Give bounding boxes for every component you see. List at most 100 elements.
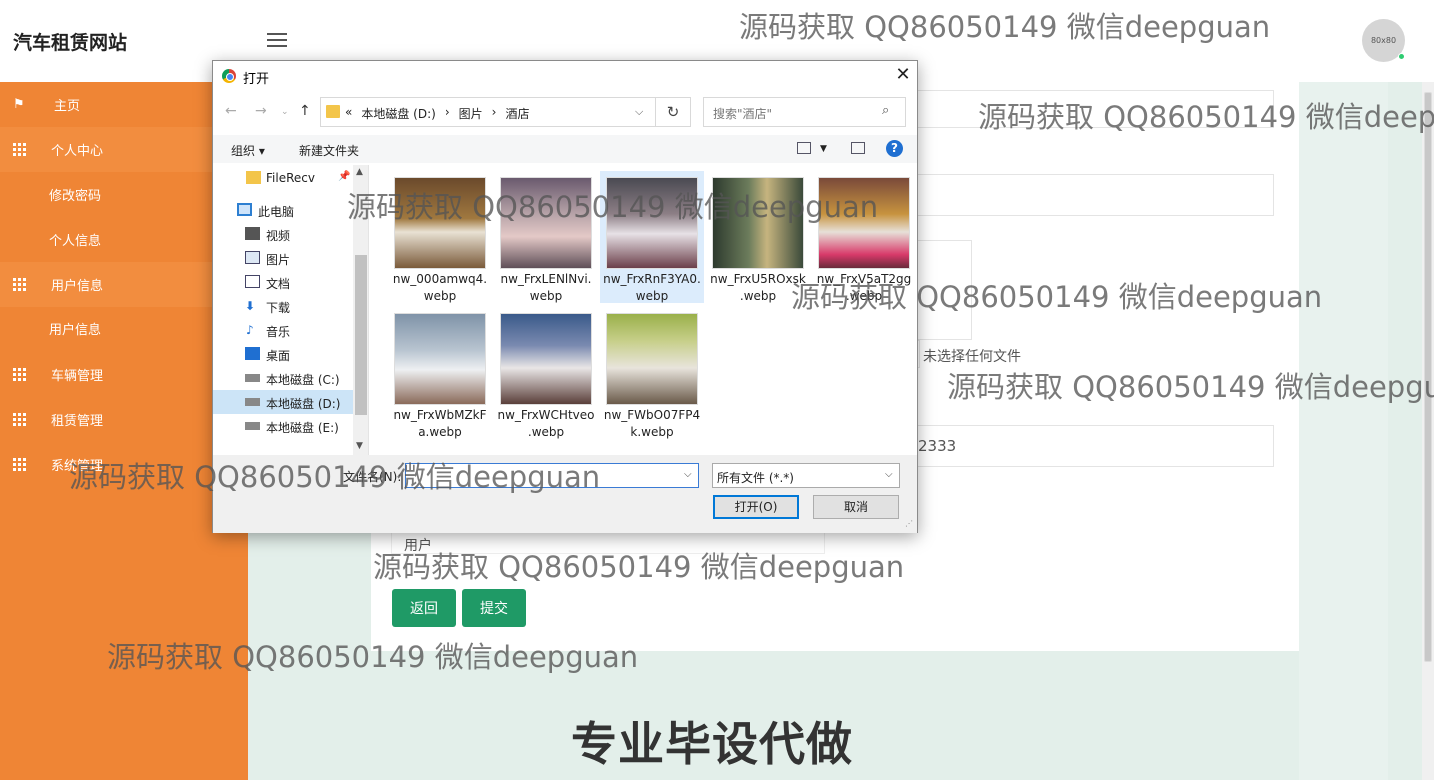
chevron-down-icon[interactable]: ▼ [820,144,827,154]
breadcrumb-item[interactable]: 本地磁盘 (D:) [361,105,435,122]
tree-item-label: 本地磁盘 (D:) [266,397,341,411]
scrollbar-thumb[interactable] [355,255,367,415]
page-scrollbar[interactable] [1422,82,1434,780]
tree-item[interactable]: FileRecv 📌 [213,166,353,190]
close-icon[interactable]: ✕ [893,65,913,85]
tree-item[interactable]: 视频 [213,222,353,246]
filename-label: 文件名(N): [343,470,402,484]
file-item[interactable]: nw_FrxU5ROxsk .webp [706,171,810,303]
content-gutter [1299,82,1388,780]
sidebar-item-user-info-group[interactable]: 用户信息 [0,262,248,307]
menu-toggle-icon[interactable] [267,33,287,47]
file-name-line: nw_FrxV5aT2gg [816,272,912,286]
file-name: nw_000amwq4. webp [388,271,492,305]
sidebar-item-personal-center[interactable]: 个人中心 [0,127,248,172]
filetype-select[interactable]: 所有文件 (*.*) ⌵ [712,463,900,488]
navigation-tree: FileRecv 📌 此电脑 视频 图片 文档 ⬇ 下载 ♪ 音乐 桌面 本地磁… [213,165,369,455]
file-name-line: nw_FWbO07FP4 [603,408,701,422]
scroll-up-icon[interactable]: ▲ [356,167,363,177]
breadcrumb-item[interactable]: 酒店 [505,105,529,122]
sidebar-item-system-management[interactable]: 系统管理 [0,442,248,487]
file-item[interactable]: nw_FrxV5aT2gg .webp [812,171,916,303]
image-thumbnail [606,313,698,405]
view-options-icon[interactable] [797,142,811,154]
file-name: nw_FrxRnF3YA0. webp [600,271,704,305]
form-field[interactable] [900,174,1274,216]
file-name-line: webp [423,289,457,303]
sidebar-item-user-info[interactable]: 用户信息 [0,306,248,351]
file-name-line: a.webp [418,425,462,439]
sidebar-item-rental-management[interactable]: 租赁管理 [0,397,248,442]
tree-item-label: 本地磁盘 (E:) [266,421,339,435]
new-folder-button[interactable]: 新建文件夹 [299,142,359,159]
address-bar[interactable]: « 本地磁盘 (D:) › 图片 › 酒店 ⌵ [320,97,656,127]
sidebar-item-vehicle-management[interactable]: 车辆管理 [0,352,248,397]
file-item[interactable]: nw_FrxWCHtveo .webp [494,307,598,439]
cancel-button[interactable]: 取消 [813,495,899,519]
file-name-line: .webp [739,289,777,303]
open-button[interactable]: 打开(O) [713,495,799,519]
scrollbar-thumb[interactable] [1424,92,1432,662]
chevron-down-icon: ⌵ [885,469,893,480]
document-icon [245,275,260,288]
file-item[interactable]: nw_FWbO07FP4 k.webp [600,307,704,439]
dialog-nav-row: ← → ⌄ ↑ « 本地磁盘 (D:) › 图片 › 酒店 ⌵ ↻ 搜索"酒店"… [213,97,917,127]
tree-item-label: 本地磁盘 (C:) [266,373,340,387]
tree-item[interactable]: 桌面 [213,342,353,366]
sidebar-item-change-password[interactable]: 修改密码 [0,172,248,217]
file-name: nw_FrxU5ROxsk .webp [706,271,810,305]
back-arrow-icon[interactable]: ← [225,103,237,119]
forward-arrow-icon[interactable]: → [255,103,267,119]
chevron-down-icon[interactable]: ⌵ [635,105,643,119]
tree-item[interactable]: 图片 [213,246,353,270]
tree-item[interactable]: 本地磁盘 (C:) [213,366,353,390]
search-box[interactable]: 搜索"酒店" ⌕ [703,97,906,127]
tree-item[interactable]: ♪ 音乐 [213,318,353,342]
file-item-selected[interactable]: nw_FrxRnF3YA0. webp [600,171,704,303]
recent-chevron-icon[interactable]: ⌄ [281,107,289,117]
submit-button[interactable]: 提交 [462,589,526,627]
tree-item[interactable]: 本地磁盘 (D:) [213,390,353,414]
dialog-titlebar[interactable]: 打开 ✕ [213,61,917,91]
breadcrumb-overflow[interactable]: « [345,105,352,122]
tree-scrollbar[interactable]: ▲ ▼ [353,165,368,455]
scroll-down-icon[interactable]: ▼ [356,441,363,451]
organize-label: 组织 [231,144,256,158]
sidebar-item-personal-info[interactable]: 个人信息 [0,217,248,262]
file-hint: 未选择任何文件 [923,349,1021,365]
filetype-value: 所有文件 (*.*) [717,471,794,485]
sidebar-item-home[interactable]: ⚑ 主页 [0,82,248,127]
file-item[interactable]: nw_FrxWbMZkF a.webp [388,307,492,439]
organize-button[interactable]: 组织 ▾ [231,142,265,159]
breadcrumb-item[interactable]: 图片 [459,105,483,122]
grid-icon [13,277,27,292]
chevron-down-icon[interactable]: ⌵ [684,469,692,480]
tree-item[interactable]: ⬇ 下载 [213,294,353,318]
tree-item[interactable]: 本地磁盘 (E:) [213,414,353,438]
chevron-right-icon: › [491,105,497,119]
search-icon: ⌕ [882,103,890,118]
back-button[interactable]: 返回 [392,589,456,627]
file-item[interactable]: nw_FrxLENlNvi. webp [494,171,598,303]
tree-item[interactable]: 文档 [213,270,353,294]
form-field[interactable] [900,90,1274,128]
resize-grip-icon[interactable]: ⋰ [905,519,913,528]
help-icon[interactable]: ? [886,140,903,157]
folder-icon [326,105,340,118]
online-status-dot [1398,53,1405,60]
sidebar-item-label: 修改密码 [49,189,102,204]
filename-input[interactable]: ⌵ [405,463,699,488]
tree-item[interactable]: 此电脑 [213,198,353,222]
chrome-icon [222,69,236,83]
file-item[interactable]: nw_000amwq4. webp [388,171,492,303]
preview-pane-icon[interactable] [851,142,865,154]
tree-item-label: FileRecv [266,171,315,185]
search-input[interactable]: 搜索"酒店" [713,105,772,122]
file-name-line: .webp [845,289,883,303]
tree-item-label: 文档 [266,277,291,291]
up-arrow-icon[interactable]: ↑ [299,103,311,119]
refresh-button[interactable]: ↻ [656,97,691,127]
sidebar-item-label: 个人中心 [51,144,104,159]
file-name: nw_FrxV5aT2gg .webp [812,271,916,305]
sidebar-item-label: 车辆管理 [51,369,104,384]
